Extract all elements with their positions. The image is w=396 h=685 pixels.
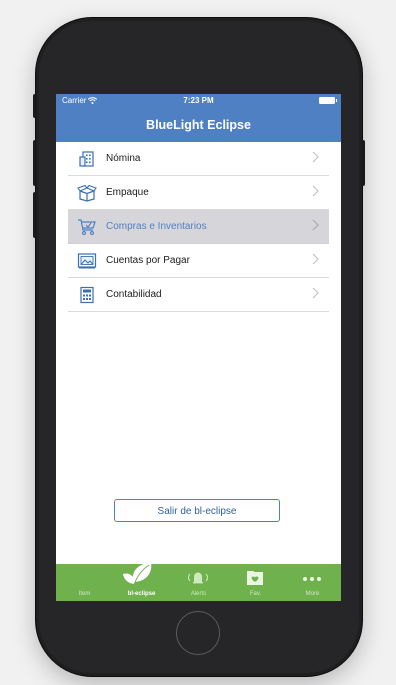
chevron-right-icon: [312, 253, 319, 265]
menu-list: Nómina Empaque Compras e Inventarios Cue…: [56, 142, 341, 312]
home-button[interactable]: [176, 611, 220, 655]
chevron-right-icon: [312, 219, 319, 231]
tab-label: More: [305, 591, 320, 597]
status-bar: Carrier 7:23 PM: [56, 94, 341, 108]
volume-up-button: [33, 140, 37, 186]
tab-item[interactable]: Item: [56, 564, 113, 601]
tab-alerts[interactable]: Alerts: [170, 564, 227, 601]
heart-folder-icon: [247, 571, 263, 585]
tab-label: Fav.: [249, 591, 262, 597]
more-icon: [303, 577, 321, 581]
building-icon: [76, 149, 98, 169]
battery-icon: [319, 97, 337, 104]
menu-item-label: Cuentas por Pagar: [106, 255, 190, 266]
menu-item-nomina[interactable]: Nómina: [68, 142, 329, 176]
menu-item-contabilidad[interactable]: Contabilidad: [68, 278, 329, 312]
menu-item-empaque[interactable]: Empaque: [68, 176, 329, 210]
nav-bar: Carrier 7:23 PM BlueLight Eclipse: [56, 94, 341, 142]
menu-item-cuentas-por-pagar[interactable]: Cuentas por Pagar: [68, 244, 329, 278]
bell-icon: [188, 572, 208, 584]
chevron-right-icon: [312, 287, 319, 299]
silent-switch: [33, 94, 37, 118]
tab-more[interactable]: More: [284, 564, 341, 601]
menu-item-label: Contabilidad: [106, 289, 162, 300]
power-button: [361, 140, 365, 186]
volume-down-button: [33, 192, 37, 238]
tab-label: Item: [78, 591, 91, 597]
chevron-right-icon: [312, 151, 319, 163]
calculator-icon: [76, 285, 98, 305]
tab-label: bl-eclipse: [127, 591, 156, 597]
chevron-right-icon: [312, 185, 319, 197]
status-time: 7:23 PM: [183, 96, 214, 105]
menu-item-compras-inventarios[interactable]: Compras e Inventarios: [68, 210, 329, 244]
tab-fav[interactable]: Fav.: [227, 564, 284, 601]
menu-item-label: Empaque: [106, 187, 149, 198]
app-screen: Carrier 7:23 PM BlueLight Eclipse Nómina…: [56, 94, 341, 601]
box-icon: [76, 183, 98, 203]
menu-item-label: Nómina: [106, 153, 141, 164]
cart-icon: [76, 217, 98, 237]
tab-label: Alerts: [190, 591, 207, 597]
page-title: BlueLight Eclipse: [146, 118, 251, 132]
menu-item-label: Compras e Inventarios: [106, 221, 207, 232]
tab-bar: Item bl-eclipse Alerts Fav. More: [56, 562, 341, 601]
tab-bl-eclipse[interactable]: bl-eclipse: [113, 562, 170, 601]
exit-button[interactable]: Salir de bl-eclipse: [114, 499, 280, 522]
picture-frame-icon: [76, 251, 98, 271]
leaf-icon: [123, 562, 152, 586]
